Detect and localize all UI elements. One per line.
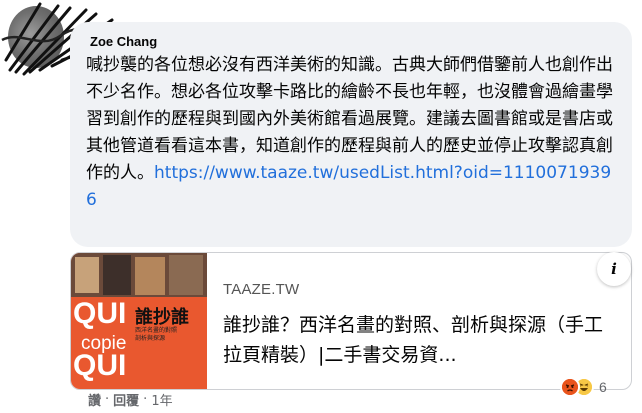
reply-button[interactable]: 回覆: [113, 390, 139, 409]
reaction-count: 6: [599, 379, 607, 395]
commenter-avatar[interactable]: [8, 6, 64, 68]
link-preview-title[interactable]: 誰抄誰？西洋名畫的對照、剖析與探源（手工拉頁精裝）|二手書交易資...: [223, 310, 615, 370]
thumbnail-caption-2: 剖析與探源: [135, 335, 166, 342]
thumbnail-word-top: QUI: [73, 297, 127, 330]
comment-timestamp[interactable]: 1年: [151, 390, 172, 409]
thumbnail-painting-1: [75, 257, 99, 293]
comment-bubble: Zoe Chang 喊抄襲的各位想必沒有西洋美術的知識。古典大師們借鑒前人也創作…: [70, 22, 632, 247]
link-preview-card[interactable]: QUI copie QUI 誰抄誰 西洋名畫的對照 剖析與探源 TAAZE.TW…: [70, 252, 632, 390]
link-preview-thumbnail[interactable]: QUI copie QUI 誰抄誰 西洋名畫的對照 剖析與探源: [71, 253, 207, 389]
link-preview-body[interactable]: TAAZE.TW 誰抄誰？西洋名畫的對照、剖析與探源（手工拉頁精裝）|二手書交易…: [223, 281, 623, 370]
comment-author-name[interactable]: Zoe Chang: [90, 34, 618, 50]
reactions-summary[interactable]: 6: [560, 376, 607, 398]
thumbnail-painting-3: [135, 257, 165, 295]
action-separator: ·: [105, 391, 110, 407]
like-button[interactable]: 讚: [88, 390, 101, 409]
angry-emoji-icon: [560, 377, 580, 397]
comment-link[interactable]: https://www.taaze.tw/usedList.html?oid=1…: [86, 163, 611, 210]
info-icon[interactable]: i: [597, 252, 631, 286]
link-preview-domain: TAAZE.TW: [223, 281, 300, 298]
thumbnail-painting-4: [169, 255, 203, 295]
comment-text: 喊抄襲的各位想必沒有西洋美術的知識。古典大師們借鑒前人也創作出不少名作。想必各位…: [86, 52, 618, 214]
comment-actions: 讚 · 回覆 · 1年: [88, 390, 173, 409]
action-separator: ·: [143, 391, 148, 407]
thumbnail-word-bottom: QUI: [73, 349, 127, 382]
thumbnail-painting-2: [103, 255, 131, 295]
